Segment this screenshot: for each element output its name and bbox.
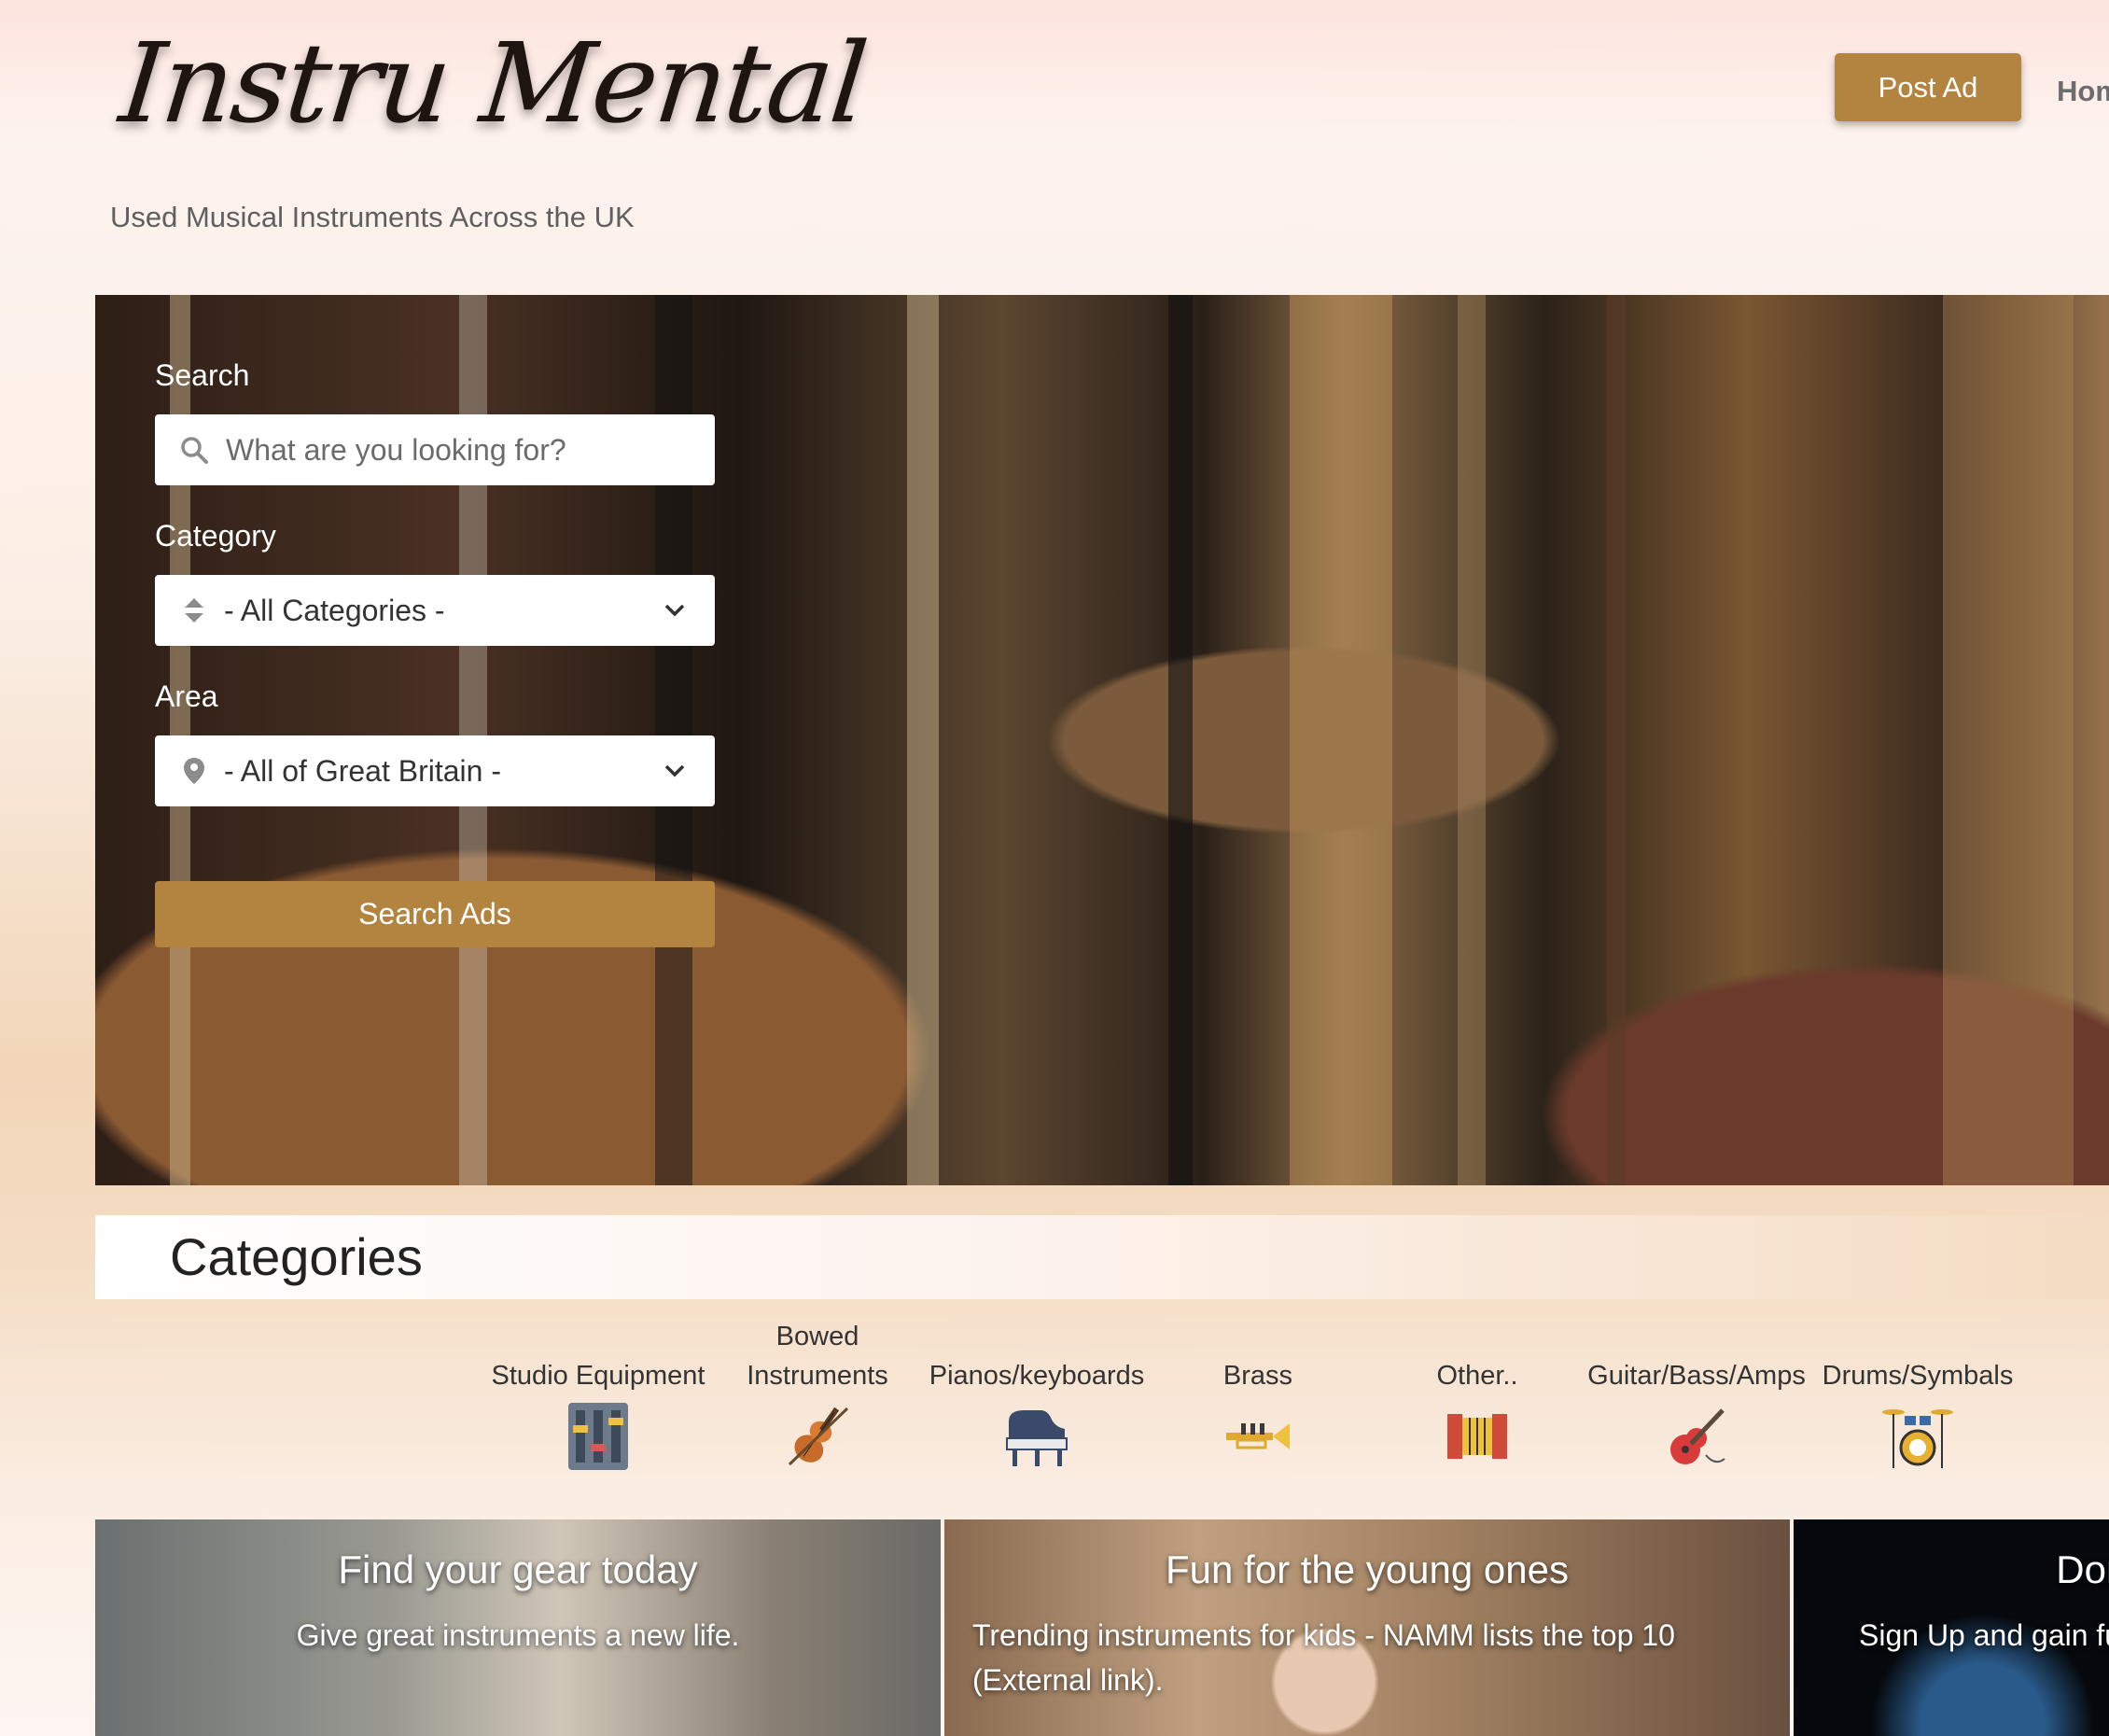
map-pin-icon [179,756,209,786]
area-select[interactable]: - All of Great Britain - [155,735,715,806]
piano-icon [1006,1410,1068,1466]
site-logo[interactable]: Instru Mental [115,19,872,147]
feature-card-sign-up[interactable]: Don't Sign Up and gain fu [1794,1519,2109,1736]
category-item-other[interactable]: Other.. [1365,1316,1589,1481]
card-text: Sign Up and gain fu [1859,1618,2109,1652]
category-label: Brass [1222,1361,1293,1391]
search-label: Search [155,358,250,392]
category-item-studio-equipment[interactable]: Studio Equipment [486,1316,710,1481]
violin-icon [788,1407,849,1466]
site-tagline: Used Musical Instruments Across the UK [110,201,635,233]
category-item-bowed-instruments[interactable]: Bowed Instruments [705,1316,929,1481]
categories-header: Categories [95,1215,2109,1299]
chevron-down-icon [664,764,685,777]
post-ad-button[interactable]: Post Ad [1835,53,2021,121]
feature-card-young-ones[interactable]: Fun for the young ones Trending instrume… [944,1519,1790,1736]
category-item-woodwind[interactable]: Wo [2025,1316,2109,1481]
category-label: Pianos/keyboards [929,1361,1145,1391]
card-text: Trending instruments for kids - NAMM lis… [972,1618,1675,1697]
category-item-drums-symbals[interactable]: Drums/Symbals [1806,1316,2030,1481]
card-title: Don't [2056,1547,2109,1591]
feature-card-find-gear[interactable]: Find your gear today Give great instrume… [95,1519,941,1736]
nav-home-link[interactable]: Hom [2057,75,2109,108]
mixer-icon [568,1403,628,1470]
search-ads-button[interactable]: Search Ads [155,881,715,947]
drums-icon [1882,1409,1953,1468]
category-label: Studio Equipment [491,1361,705,1391]
search-icon [179,435,209,465]
category-label: Guitar/Bass/Amps [1587,1361,1806,1391]
category-label: Wo [2025,1316,2109,1395]
category-label: Other.. [1436,1361,1518,1391]
guitar-icon [1670,1408,1725,1464]
area-label: Area [155,679,218,713]
search-input[interactable] [224,431,676,469]
category-item-guitar-bass-amps[interactable]: Guitar/Bass/Amps [1585,1316,1809,1481]
category-item-brass[interactable]: Brass [1146,1316,1370,1481]
sort-icon [179,595,209,625]
category-label: Bowed Instruments [747,1322,888,1391]
chevron-down-icon [664,604,685,617]
category-item-pianos-keyboards[interactable]: Pianos/keyboards [925,1316,1149,1481]
accordion-icon [1447,1414,1507,1459]
category-value: - All Categories - [224,593,445,627]
area-value: - All of Great Britain - [224,753,501,788]
category-label: Category [155,519,276,553]
card-title: Fun for the young ones [1166,1547,1569,1591]
category-label: Drums/Symbals [1822,1361,2014,1391]
category-select[interactable]: - All Categories - [155,575,715,646]
card-text: Give great instruments a new life. [296,1618,740,1652]
trumpet-icon [1226,1423,1290,1449]
categories-title: Categories [170,1227,423,1286]
woodwind-icon [2100,1399,2109,1474]
search-field[interactable] [155,414,715,485]
card-title: Find your gear today [338,1547,698,1591]
